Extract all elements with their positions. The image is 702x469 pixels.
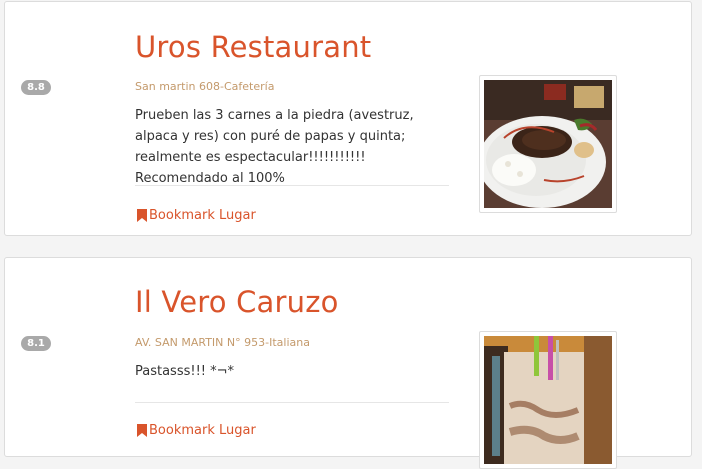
score-badge: 8.1 [21, 336, 51, 351]
place-name[interactable]: Uros Restaurant [135, 30, 371, 64]
place-photo[interactable] [479, 331, 617, 469]
place-address: AV. SAN MARTIN N° 953-Italiana [135, 336, 310, 349]
place-card: 8.8 Uros Restaurant San martin 608-Cafet… [4, 1, 692, 236]
divider [135, 402, 449, 403]
place-address: San martin 608-Cafetería [135, 80, 275, 93]
bookmark-label: Bookmark Lugar [149, 423, 256, 438]
bookmark-icon [137, 424, 147, 437]
bookmark-icon [137, 209, 147, 222]
bookmark-button[interactable]: Bookmark Lugar [137, 423, 256, 438]
food-photo-image [484, 80, 612, 208]
divider [135, 185, 449, 186]
score-badge: 8.8 [21, 80, 51, 95]
place-card: 8.1 Il Vero Caruzo AV. SAN MARTIN N° 953… [4, 257, 692, 469]
place-review: Prueben las 3 carnes a la piedra (avestr… [135, 108, 414, 186]
bookmark-label: Bookmark Lugar [149, 208, 256, 223]
place-name[interactable]: Il Vero Caruzo [135, 285, 339, 319]
drink-photo-image [484, 336, 612, 464]
bookmark-button[interactable]: Bookmark Lugar [137, 208, 256, 223]
place-review: Pastasss!!! *¬* [135, 364, 235, 379]
place-photo[interactable] [479, 75, 617, 213]
